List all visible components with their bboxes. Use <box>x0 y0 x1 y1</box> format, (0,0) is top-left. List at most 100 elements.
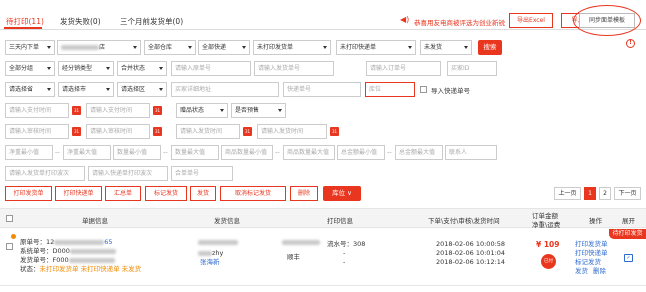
calendar-icon[interactable]: 31 <box>72 127 81 136</box>
order-no-input[interactable]: 请输入订单号 <box>366 61 441 76</box>
orig-order-input[interactable]: 请输入原单号 <box>171 61 251 76</box>
orig-order-blurred <box>54 239 105 245</box>
notice-link[interactable]: 恭喜用友电商被评选为创业新锐 <box>414 17 505 27</box>
express-print-select[interactable]: 未打印快递单 <box>336 40 416 55</box>
qty-max-input[interactable]: 数量最大值 <box>171 145 219 160</box>
province-select[interactable]: 请选择省 <box>5 82 55 97</box>
col-times: 下单\支付\审核\发货时间 <box>428 217 500 225</box>
location-dropdown-label: 库位 <box>332 189 346 197</box>
express-batch-input[interactable]: 请输入快递单打印波次 <box>88 166 168 181</box>
calendar-icon[interactable]: 31 <box>153 106 162 115</box>
tab-old-shipments[interactable]: 三个月前发货单(0) <box>120 16 183 27</box>
ship-button[interactable]: 发货 <box>190 186 216 201</box>
district-value: 请选择区 <box>121 86 146 93</box>
ship-time-end-input[interactable]: 请输入发货时间 <box>257 124 327 139</box>
page-2-button[interactable]: 2 <box>599 187 611 200</box>
col-weight-freight: 净重\运费 <box>532 221 561 229</box>
pay-time-end-input[interactable]: 请输入支付时间 <box>86 103 150 118</box>
group-select[interactable]: 全部分组 <box>5 61 55 76</box>
delete-button[interactable]: 删除 <box>290 186 318 201</box>
location-input[interactable]: 库位 <box>365 82 415 97</box>
district-select[interactable]: 请选择区 <box>117 82 167 97</box>
import-tracking-label: 导入快递单号 <box>431 87 470 95</box>
print-ship-button[interactable]: 打印发货单 <box>5 186 52 201</box>
chevron-down-icon: ∨ <box>347 189 352 197</box>
gift-status-select[interactable]: 赠品状态 <box>176 103 228 118</box>
select-all-checkbox[interactable] <box>6 215 13 222</box>
merge-no-input[interactable]: 合单单号 <box>171 166 233 181</box>
page-1-button[interactable]: 1 <box>584 187 596 200</box>
calendar-icon[interactable]: 31 <box>243 127 252 136</box>
prev-page-button[interactable]: 上一页 <box>554 187 581 200</box>
export-excel-button[interactable]: 导出Excel <box>509 13 553 28</box>
summary-button[interactable]: 汇总单 <box>105 186 141 201</box>
group-value: 全部分组 <box>9 65 34 72</box>
buyer-name-link[interactable]: 张海新 <box>200 258 220 267</box>
op-ship-link[interactable]: 发货 <box>575 267 588 276</box>
presale-value: 是否预售 <box>235 107 260 114</box>
contact-input[interactable]: 联系人 <box>445 145 497 160</box>
gift-status-value: 赠品状态 <box>180 107 205 114</box>
warehouse-select[interactable]: 全部仓库 <box>144 40 196 55</box>
date-range-select[interactable]: 三天内下单 <box>5 40 55 55</box>
mark-ship-button[interactable]: 标记发货 <box>145 186 187 201</box>
flow-number: 流水号：308 <box>327 240 366 248</box>
print-dash: - <box>343 258 346 266</box>
courier-name: 顺丰 <box>287 253 300 261</box>
tab-ship-failed[interactable]: 发货失败(0) <box>60 16 101 27</box>
buyer-id-input[interactable]: 买家ID <box>447 61 497 76</box>
calendar-icon[interactable]: 31 <box>330 127 339 136</box>
weight-max-input[interactable]: 净重最大值 <box>63 145 111 160</box>
print-express-button[interactable]: 打印快递单 <box>55 186 102 201</box>
city-select[interactable]: 请选择市 <box>58 82 114 97</box>
highlight-circle <box>573 5 641 36</box>
merge-status-value: 合并状态 <box>121 65 146 72</box>
ship-time-start-input[interactable]: 请输入发货时间 <box>176 124 240 139</box>
ship-print-select[interactable]: 未打印发货单 <box>253 40 331 55</box>
address-input[interactable]: 买家详细地址 <box>171 82 279 97</box>
order-status: 状态：未打印发货单 未打印快递单 未发货 <box>20 265 141 274</box>
op-print-express-link[interactable]: 打印快递单 <box>575 249 608 258</box>
merge-status-select[interactable]: 合并状态 <box>117 61 167 76</box>
qty-min-input[interactable]: 数量最小值 <box>113 145 161 160</box>
tracking-input[interactable]: 快递单号 <box>283 82 361 97</box>
op-delete-link[interactable]: 删除 <box>593 267 606 276</box>
location-dropdown-button[interactable]: 库位 ∨ <box>323 186 361 201</box>
audit-time-start-input[interactable]: 请输入审核时间 <box>5 124 69 139</box>
status-values: 未打印发货单 未打印快递单 未发货 <box>39 265 142 273</box>
weight-min-input[interactable]: 净重最小值 <box>5 145 53 160</box>
city-value: 请选择市 <box>62 86 87 93</box>
presale-select[interactable]: 是否预售 <box>231 103 286 118</box>
table-header: 单据信息 发货信息 打印信息 下单\支付\审核\发货时间 订单金额 净重\运费 … <box>0 208 646 229</box>
shop-select[interactable]: 店 <box>57 40 141 55</box>
op-print-ship-link[interactable]: 打印发货单 <box>575 240 608 249</box>
amount-min-input[interactable]: 总金额最小值 <box>337 145 385 160</box>
search-button[interactable]: 搜索 <box>478 40 502 55</box>
sales-type-select[interactable]: 经分销类型 <box>58 61 114 76</box>
info-icon[interactable]: ! <box>626 39 635 48</box>
sku-max-input[interactable]: 商品数量最大值 <box>283 145 335 160</box>
ship-batch-input[interactable]: 请输入发货单打印波次 <box>5 166 85 181</box>
sku-min-input[interactable]: 商品数量最小值 <box>221 145 273 160</box>
col-ops: 操作 <box>589 217 602 225</box>
next-page-button[interactable]: 下一页 <box>614 187 641 200</box>
shop-name-blurred <box>61 45 99 50</box>
courier-select[interactable]: 全部快递 <box>198 40 250 55</box>
row-checkbox[interactable] <box>6 243 13 250</box>
ship-status-select[interactable]: 未发货 <box>420 40 472 55</box>
orig-order-tail[interactable]: 65 <box>104 238 112 246</box>
tab-divider <box>0 29 646 30</box>
import-tracking-checkbox[interactable] <box>420 86 427 93</box>
calendar-icon[interactable]: 31 <box>153 127 162 136</box>
pay-time-start-input[interactable]: 请输入支付时间 <box>5 103 69 118</box>
sys-order-no: 系统单号：D000 <box>20 247 116 256</box>
tab-pending-print[interactable]: 待打印(11) <box>6 16 44 27</box>
ship-no-input[interactable]: 请输入发货单号 <box>254 61 334 76</box>
cancel-mark-button[interactable]: 取消标记发货 <box>220 186 286 201</box>
audit-time-end-input[interactable]: 请输入审核时间 <box>86 124 150 139</box>
calendar-icon[interactable]: 31 <box>72 106 81 115</box>
expand-icon[interactable]: ✓ <box>624 254 633 262</box>
op-mark-ship-link[interactable]: 标记发货 <box>575 258 601 267</box>
amount-max-input[interactable]: 总金额最大值 <box>395 145 443 160</box>
buyer-nick: zhy <box>198 249 223 258</box>
